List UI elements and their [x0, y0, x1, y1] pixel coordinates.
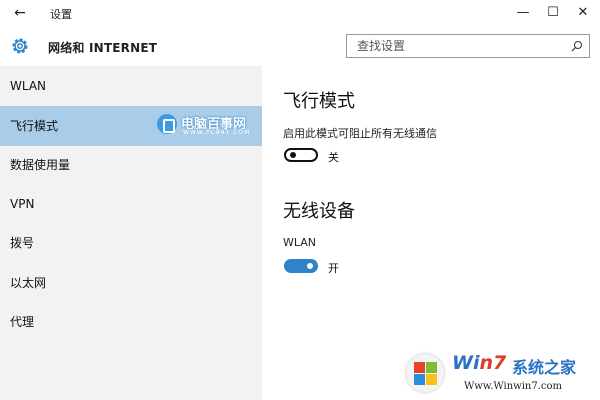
wlan-state: 开: [328, 262, 339, 275]
back-button[interactable]: ←: [10, 3, 30, 23]
search-box[interactable]: [346, 34, 590, 58]
airplane-mode-state: 关: [328, 151, 339, 164]
watermark-logo-icon: [157, 114, 177, 134]
search-icon[interactable]: [571, 40, 583, 52]
sidebar-item-vpn[interactable]: VPN: [0, 184, 262, 224]
section-title: 网络和 INTERNET: [48, 41, 158, 55]
windows-logo-icon: [406, 354, 444, 392]
airplane-mode-title: 飞行模式: [283, 91, 355, 112]
settings-header: 网络和 INTERNET: [0, 26, 600, 66]
sidebar-item-wlan[interactable]: WLAN: [0, 66, 262, 106]
sidebar-item-dialup[interactable]: 拨号: [0, 223, 262, 263]
toggle-knob: [307, 263, 313, 269]
gear-icon: [12, 38, 28, 54]
window-title: 设置: [50, 8, 72, 21]
minimize-button[interactable]: —: [508, 0, 538, 26]
search-input[interactable]: [347, 35, 565, 57]
sidebar-item-data-usage[interactable]: 数据使用量: [0, 145, 262, 185]
airplane-mode-toggle[interactable]: [284, 148, 318, 162]
watermark-win7: Win7 系统之家 Www.Winwin7.com: [400, 348, 600, 400]
watermark-url: Www.Winwin7.com: [464, 381, 562, 392]
sidebar-item-ethernet[interactable]: 以太网: [0, 263, 262, 303]
close-button[interactable]: ✕: [568, 0, 598, 26]
title-bar: ← 设置 — ☐ ✕: [0, 0, 600, 26]
maximize-button[interactable]: ☐: [538, 0, 568, 26]
wlan-device-label: WLAN: [283, 236, 317, 249]
wireless-devices-title: 无线设备: [283, 201, 355, 222]
toggle-knob: [290, 152, 296, 158]
airplane-mode-description: 启用此模式可阻止所有无线通信: [283, 127, 437, 140]
sidebar-item-proxy[interactable]: 代理: [0, 302, 262, 342]
wlan-toggle[interactable]: [284, 259, 318, 273]
watermark-brand: Win7: [452, 352, 507, 374]
watermark-brand-cn: 系统之家: [512, 358, 577, 377]
watermark-pc841: 电脑百事网 WWW.PC841.COM: [157, 112, 261, 138]
watermark-url: WWW.PC841.COM: [183, 129, 251, 136]
